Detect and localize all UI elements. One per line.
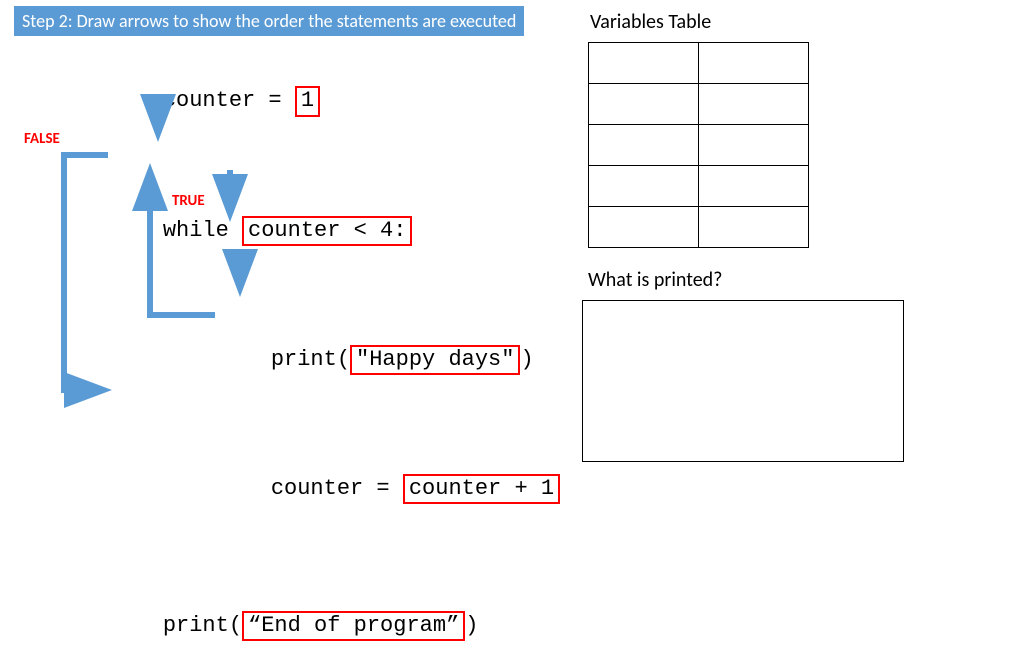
code-text: ) bbox=[465, 613, 478, 638]
printed-title: What is printed? bbox=[588, 268, 722, 292]
variables-table bbox=[588, 42, 809, 248]
vars-cell bbox=[589, 43, 699, 84]
code-text: print( bbox=[163, 613, 242, 638]
printed-output-box bbox=[582, 300, 904, 462]
code-line-3: print("Happy days") bbox=[110, 318, 560, 401]
code-text: counter = bbox=[163, 88, 295, 113]
vars-cell bbox=[699, 84, 809, 125]
vars-cell bbox=[699, 207, 809, 248]
vars-cell bbox=[589, 125, 699, 166]
variables-table-title: Variables Table bbox=[590, 10, 711, 34]
code-text: print( bbox=[271, 347, 350, 372]
vars-cell bbox=[699, 166, 809, 207]
code-text: counter = bbox=[271, 476, 403, 501]
string-box: "Happy days" bbox=[350, 345, 520, 375]
vars-cell bbox=[589, 166, 699, 207]
string-box: “End of program” bbox=[242, 611, 465, 641]
code-line-4: counter = counter + 1 bbox=[110, 448, 560, 531]
code-line-1: counter = 1 bbox=[110, 60, 560, 143]
vars-cell bbox=[589, 84, 699, 125]
vars-cell bbox=[699, 43, 809, 84]
vars-cell bbox=[589, 207, 699, 248]
code-text: while bbox=[163, 218, 242, 243]
code-line-5: print(“End of program”) bbox=[110, 585, 560, 668]
false-label: FALSE bbox=[24, 130, 60, 148]
true-label: TRUE bbox=[172, 192, 205, 210]
vars-cell bbox=[699, 125, 809, 166]
step-banner: Step 2: Draw arrows to show the order th… bbox=[14, 6, 524, 36]
literal-box: 1 bbox=[295, 86, 320, 116]
expr-box: counter + 1 bbox=[403, 474, 560, 504]
condition-box: counter < 4: bbox=[242, 216, 412, 246]
code-text: ) bbox=[520, 347, 533, 372]
code-block: counter = 1 while counter < 4: print("Ha… bbox=[110, 60, 560, 668]
